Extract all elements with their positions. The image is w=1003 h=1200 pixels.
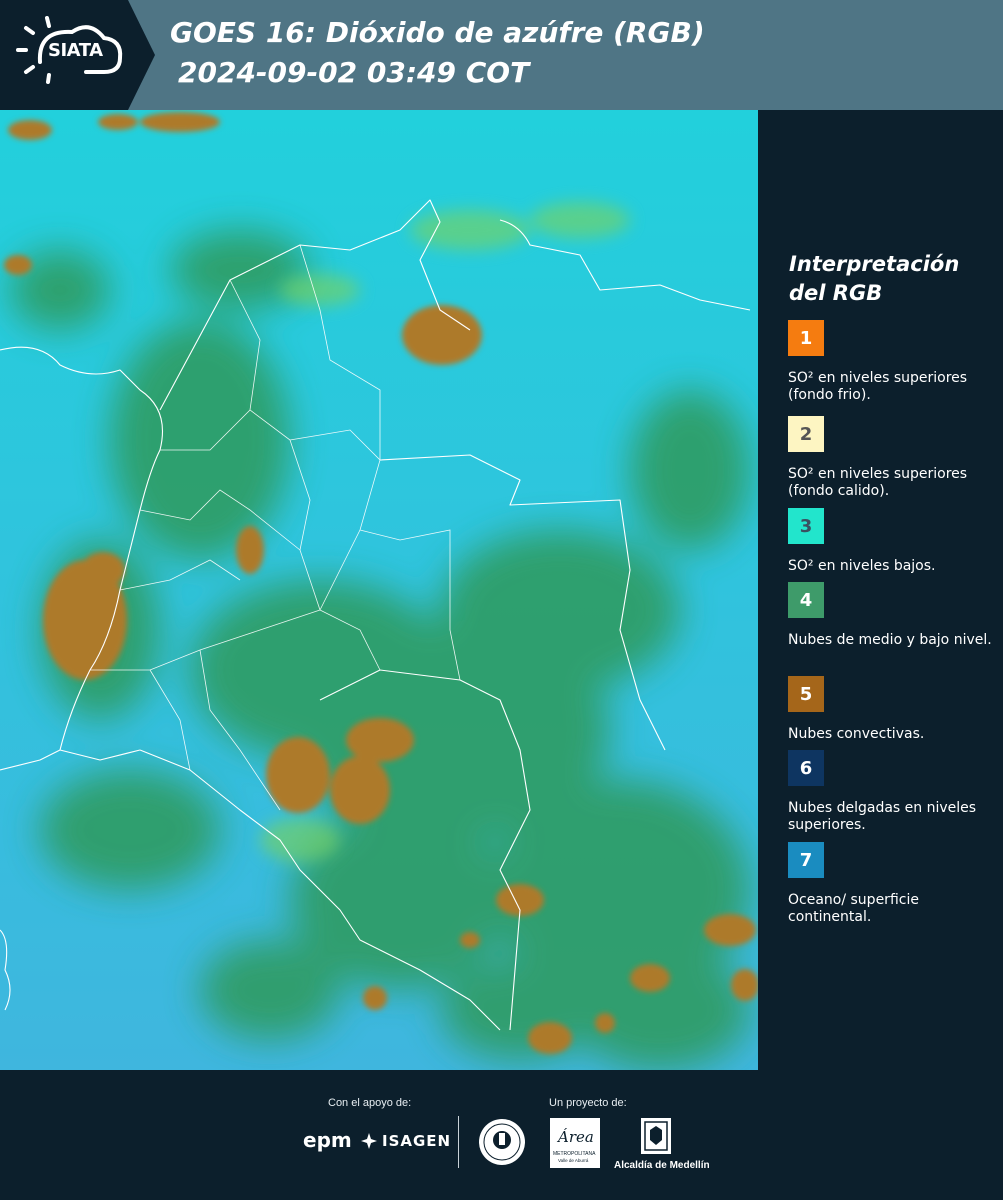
- page-timestamp: 2024-09-02 03:49 COT: [178, 56, 530, 89]
- legend-label: SO² en niveles superiores (fondo calido)…: [788, 466, 968, 499]
- isagen-logo-text: ISAGEN: [382, 1132, 452, 1150]
- epm-logo-text: epm: [303, 1128, 352, 1152]
- legend-swatch: 4: [788, 582, 824, 618]
- legend-swatch: 3: [788, 508, 824, 544]
- legend-label: Nubes convectivas.: [788, 726, 925, 742]
- satellite-map[interactable]: [0, 110, 758, 1070]
- area-sub2: Valle de Aburrá: [558, 1158, 589, 1163]
- legend-label: Nubes de medio y bajo nivel.: [788, 632, 992, 648]
- area-name: Área: [556, 1128, 594, 1146]
- logo-text: SIATA: [48, 40, 103, 61]
- seal-icon: [479, 1119, 525, 1165]
- legend-swatch: 5: [788, 676, 824, 712]
- legend-item: 1 SO² en niveles superiores (fondo frio)…: [788, 320, 998, 404]
- legend-item: 4 Nubes de medio y bajo nivel.: [788, 582, 998, 649]
- satellite-image: [0, 110, 758, 1070]
- legend-item: 2 SO² en niveles superiores (fondo calid…: [788, 416, 998, 500]
- legend-item: 6 Nubes delgadas en niveles superiores.: [788, 750, 998, 834]
- legend-title: Interpretación del RGB: [789, 252, 960, 305]
- legend-swatch: 7: [788, 842, 824, 878]
- alcaldia-label: Alcaldía de Medellín: [614, 1160, 710, 1171]
- legend-label: Nubes delgadas en niveles superiores.: [788, 800, 977, 833]
- footer: Con el apoyo de: Un proyecto de: epm ISA…: [0, 1070, 1003, 1200]
- isagen-logo[interactable]: ISAGEN: [360, 1132, 451, 1150]
- legend-swatch: 2: [788, 416, 824, 452]
- legend-label: Oceano/ superficie continental.: [788, 892, 919, 925]
- header-bar: SIATA GOES 16: Dióxido de azúfre (RGB) 2…: [0, 0, 1003, 110]
- legend-swatch: 1: [788, 320, 824, 356]
- area-metropolitana-icon: Área METROPOLITANA Valle de Aburrá: [553, 1128, 596, 1163]
- legend-label: SO² en niveles superiores (fondo frio).: [788, 370, 968, 403]
- project-label: Un proyecto de:: [549, 1097, 627, 1109]
- epm-logo[interactable]: epm: [303, 1128, 352, 1152]
- page-title: GOES 16: Dióxido de azúfre (RGB): [170, 16, 705, 49]
- legend-swatch: 6: [788, 750, 824, 786]
- legend-item: 7 Oceano/ superficie continental.: [788, 842, 998, 926]
- legend-label: SO² en niveles bajos.: [788, 558, 936, 574]
- legend-item: 3 SO² en niveles bajos.: [788, 508, 998, 575]
- isagen-icon: [361, 1133, 377, 1149]
- footer-divider: [458, 1116, 459, 1168]
- legend-panel: Interpretación del RGB 1 SO² en niveles …: [758, 110, 1003, 1070]
- area-metropolitana-logo[interactable]: Área METROPOLITANA Valle de Aburrá: [550, 1118, 600, 1168]
- alcaldia-shield-icon[interactable]: [641, 1118, 671, 1154]
- legend-item: 5 Nubes convectivas.: [788, 676, 998, 743]
- medellin-seal-logo[interactable]: [477, 1117, 527, 1172]
- siata-logo[interactable]: SIATA: [0, 0, 160, 110]
- support-label: Con el apoyo de:: [328, 1097, 412, 1109]
- area-sub1: METROPOLITANA: [553, 1151, 596, 1157]
